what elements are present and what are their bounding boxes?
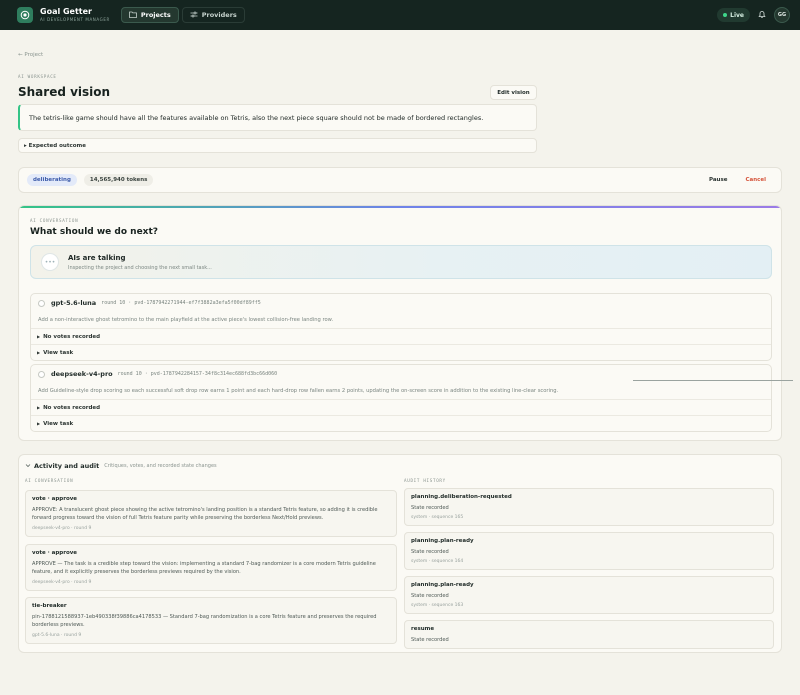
audit-state: State recorded xyxy=(411,505,449,511)
nav-projects-label: Projects xyxy=(140,11,171,19)
live-dot-icon xyxy=(723,13,728,17)
brand: Goal Getter AI DEVELOPMENT MANAGER xyxy=(40,8,110,22)
main-nav: Projects Providers xyxy=(120,7,245,23)
conversation-entry: tie-breaker pin-1788121588937-1eb490338f… xyxy=(25,597,397,644)
votes-label: No votes recorded xyxy=(43,333,101,340)
view-task-label: View task xyxy=(43,349,74,356)
caret-right-icon: ▶ xyxy=(37,405,41,410)
page-title: Shared vision xyxy=(18,85,111,99)
audit-entry: planning.plan-ready State recorded syste… xyxy=(404,576,774,614)
token-count-badge: 14,565,940 tokens xyxy=(83,174,154,186)
conversation-eyebrow: AI CONVERSATION xyxy=(30,218,79,223)
conversation-title: What should we do next? xyxy=(30,227,159,237)
nav-projects[interactable]: Projects xyxy=(120,7,179,23)
live-indicator: Live xyxy=(717,8,750,22)
state-badge: deliberating xyxy=(27,174,77,186)
votes-toggle[interactable]: ▶ No votes recorded xyxy=(31,399,771,415)
task-radio[interactable] xyxy=(38,370,45,378)
talking-subtitle: Inspecting the project and choosing the … xyxy=(68,264,212,271)
audit-column-label: AUDIT HISTORY xyxy=(404,478,446,483)
gradient-stripe xyxy=(19,206,781,208)
conversation-panel: AI CONVERSATION What should we do next? … xyxy=(18,205,782,441)
task-meta: round 10 · pvd-1787942284157-34f8c314ec6… xyxy=(117,371,278,377)
conversation-entry: vote · approve APPROVE — The task is a c… xyxy=(25,544,397,591)
entry-meta: gpt-5.6-luna · round 9 xyxy=(32,632,82,638)
talking-title: AIs are talking xyxy=(68,253,126,262)
view-task-toggle[interactable]: ▶ View task xyxy=(31,344,771,360)
app-subtitle: AI DEVELOPMENT MANAGER xyxy=(40,17,110,22)
entry-body: APPROVE: A translucent ghost piece showi… xyxy=(32,507,378,522)
typing-dots-icon: ••• xyxy=(41,253,59,271)
entry-meta: deepseek-v4-pro · round 9 xyxy=(32,579,92,585)
workspace-eyebrow: AI WORKSPACE xyxy=(18,74,57,79)
view-task-toggle[interactable]: ▶ View task xyxy=(31,415,771,431)
vision-text: The tetris-like game should have all the… xyxy=(18,104,537,131)
task-proposal: gpt-5.6-luna round 10 · pvd-178794227194… xyxy=(30,293,772,361)
audit-event: resume xyxy=(411,626,435,632)
entry-body: pin-1788121588937-1eb490338f39886ca41785… xyxy=(32,614,377,629)
app-name: Goal Getter xyxy=(40,7,92,16)
topbar-right: Live GG xyxy=(717,7,790,23)
top-bar: Goal Getter AI DEVELOPMENT MANAGER Proje… xyxy=(0,0,800,30)
activity-header[interactable]: Activity and audit Critiques, votes, and… xyxy=(25,462,217,470)
entry-title: vote · approve xyxy=(32,496,78,502)
votes-label: No votes recorded xyxy=(43,404,101,411)
expected-outcome-toggle[interactable]: ▸ Expected outcome xyxy=(18,138,537,153)
audit-state: State recorded xyxy=(411,549,449,555)
live-label: Live xyxy=(730,11,744,19)
cancel-button[interactable]: Cancel xyxy=(738,173,773,187)
breadcrumb[interactable]: ← Project xyxy=(18,52,43,58)
divider-line xyxy=(633,380,793,381)
task-proposal: deepseek-v4-pro round 10 · pvd-178794228… xyxy=(30,364,772,432)
avatar[interactable]: GG xyxy=(774,7,790,23)
activity-panel: Activity and audit Critiques, votes, and… xyxy=(18,454,782,653)
view-task-label: View task xyxy=(43,420,74,427)
audit-state: State recorded xyxy=(411,637,449,643)
activity-subtitle: Critiques, votes, and recorded state cha… xyxy=(104,463,217,469)
bell-icon[interactable] xyxy=(758,10,766,21)
audit-event: planning.plan-ready xyxy=(411,582,474,588)
entry-title: vote · approve xyxy=(32,550,78,556)
audit-meta: system · sequence 163 xyxy=(411,603,464,608)
votes-toggle[interactable]: ▶ No votes recorded xyxy=(31,328,771,344)
entry-title: tie-breaker xyxy=(32,603,67,609)
pause-button[interactable]: Pause xyxy=(702,173,735,187)
task-model: deepseek-v4-pro xyxy=(51,370,113,378)
task-description: Add a non-interactive ghost tetromino to… xyxy=(38,317,334,323)
audit-entry: planning.deliberation-requested State re… xyxy=(404,488,774,526)
logo-icon[interactable] xyxy=(17,7,33,23)
audit-event: planning.deliberation-requested xyxy=(411,494,512,500)
audit-state: State recorded xyxy=(411,593,449,599)
status-bar: deliberating 14,565,940 tokens Pause Can… xyxy=(18,167,782,193)
conversation-column-label: AI CONVERSATION xyxy=(25,478,74,483)
audit-event: planning.plan-ready xyxy=(411,538,474,544)
status-actions: Pause Cancel xyxy=(702,173,773,187)
chevron-down-icon xyxy=(25,462,31,470)
folder-icon xyxy=(128,11,137,20)
audit-entry: planning.plan-ready State recorded syste… xyxy=(404,532,774,570)
entry-body: APPROVE — The task is a credible step to… xyxy=(32,561,376,576)
conversation-entry: vote · approve APPROVE: A translucent gh… xyxy=(25,490,397,537)
ai-talking-banner: ••• AIs are talking Inspecting the proje… xyxy=(30,245,772,279)
audit-entry: resume State recorded xyxy=(404,620,774,649)
caret-right-icon: ▶ xyxy=(37,334,41,339)
task-model: gpt-5.6-luna xyxy=(51,299,97,307)
activity-title: Activity and audit xyxy=(34,462,100,470)
caret-right-icon: ▶ xyxy=(37,421,41,426)
task-meta: round 10 · pvd-1787942271944-ef7f3882a3e… xyxy=(101,300,261,306)
sliders-icon xyxy=(190,11,198,20)
entry-meta: deepseek-v4-pro · round 9 xyxy=(32,525,92,531)
nav-providers-label: Providers xyxy=(201,11,237,19)
audit-meta: system · sequence 164 xyxy=(411,559,464,564)
caret-right-icon: ▶ xyxy=(37,350,41,355)
task-radio[interactable] xyxy=(38,299,45,307)
audit-meta: system · sequence 165 xyxy=(411,515,464,520)
edit-vision-button[interactable]: Edit vision xyxy=(490,85,537,100)
nav-providers[interactable]: Providers xyxy=(181,7,245,23)
task-description: Add Guideline-style drop scoring so each… xyxy=(38,388,559,394)
